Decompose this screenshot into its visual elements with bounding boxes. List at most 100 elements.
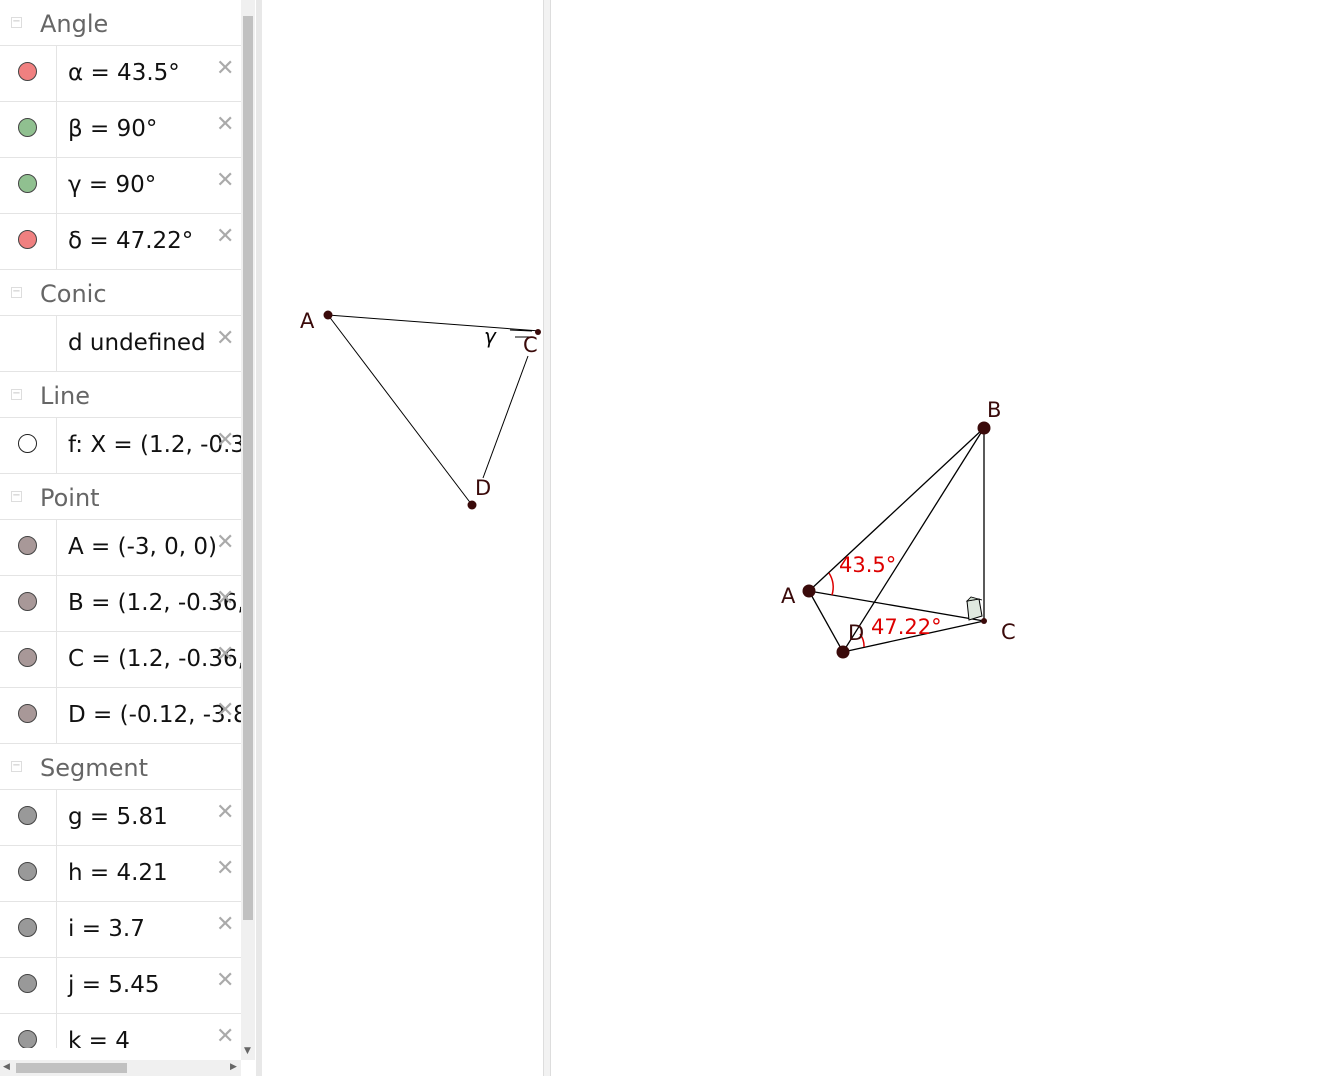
visibility-toggle-icon[interactable] <box>18 918 37 937</box>
collapse-icon[interactable]: − <box>11 491 22 502</box>
algebra-item-text[interactable]: γ = 90° <box>68 172 156 198</box>
algebra-item[interactable]: g = 5.81 ✕ <box>0 790 241 846</box>
graphics-2d-canvas[interactable]: A C D γ <box>262 0 543 1076</box>
visibility-toggle-icon[interactable] <box>18 174 37 193</box>
visibility-cell <box>0 520 57 575</box>
algebra-item[interactable]: d undefined ✕ <box>0 316 241 372</box>
horizontal-scrollbar-thumb[interactable] <box>16 1063 127 1073</box>
algebra-item[interactable]: k = 4 ✕ <box>0 1014 241 1048</box>
point-d-3d[interactable] <box>836 645 850 659</box>
visibility-cell <box>0 102 57 157</box>
graphics-3d-canvas[interactable]: B A C D 43.5° 47.22° <box>551 0 1331 1076</box>
scroll-left-arrow-icon[interactable]: ◀ <box>3 1062 10 1072</box>
delete-icon[interactable]: ✕ <box>216 224 234 249</box>
visibility-toggle-icon[interactable] <box>18 230 37 249</box>
delete-icon[interactable]: ✕ <box>216 112 234 137</box>
delete-icon[interactable]: ✕ <box>216 800 234 825</box>
visibility-toggle-icon[interactable] <box>18 1030 37 1048</box>
delete-icon[interactable]: ✕ <box>216 912 234 937</box>
group-header-point[interactable]: − Point <box>0 474 241 520</box>
algebra-item-text[interactable]: β = 90° <box>68 116 157 142</box>
algebra-item-text[interactable]: δ = 47.22° <box>68 228 193 254</box>
delete-icon[interactable]: ✕ <box>216 326 234 351</box>
collapse-icon[interactable]: − <box>11 17 22 28</box>
algebra-item[interactable]: γ = 90° ✕ <box>0 158 241 214</box>
delete-icon[interactable]: ✕ <box>216 698 234 723</box>
point-b-3d[interactable] <box>977 421 991 435</box>
visibility-toggle-icon[interactable] <box>18 434 37 453</box>
visibility-toggle-icon[interactable] <box>18 806 37 825</box>
group-header-segment[interactable]: − Segment <box>0 744 241 790</box>
visibility-cell <box>0 1014 57 1048</box>
segment-ad-3d[interactable] <box>808 590 844 653</box>
right-angle-beta-3d <box>966 598 983 621</box>
vertical-scrollbar-thumb[interactable] <box>243 16 253 920</box>
group-header-conic[interactable]: − Conic <box>0 270 241 316</box>
algebra-item[interactable]: α = 43.5° ✕ <box>0 46 241 102</box>
visibility-toggle-icon[interactable] <box>18 704 37 723</box>
algebra-item[interactable]: j = 5.45 ✕ <box>0 958 241 1014</box>
algebra-item-text[interactable]: d undefined <box>68 330 206 356</box>
visibility-toggle-icon[interactable] <box>18 974 37 993</box>
point-c-3d[interactable] <box>981 618 987 624</box>
group-title: Point <box>40 484 100 512</box>
visibility-cell <box>0 958 57 1013</box>
algebra-item[interactable]: h = 4.21 ✕ <box>0 846 241 902</box>
algebra-item-text[interactable]: k = 4 <box>68 1028 130 1048</box>
angle-label-alpha-3d: 43.5° <box>839 553 896 577</box>
delete-icon[interactable]: ✕ <box>216 428 234 453</box>
algebra-item-text[interactable]: j = 5.45 <box>68 972 160 998</box>
collapse-icon[interactable]: − <box>11 761 22 772</box>
visibility-toggle-icon[interactable] <box>18 592 37 611</box>
delete-icon[interactable]: ✕ <box>216 56 234 81</box>
algebra-item[interactable]: D = (-0.12, -3.8 ✕ <box>0 688 241 744</box>
algebra-item-text[interactable]: h = 4.21 <box>68 860 168 886</box>
panel-divider[interactable] <box>543 0 551 1076</box>
visibility-toggle-icon[interactable] <box>18 862 37 881</box>
algebra-item[interactable]: δ = 47.22° ✕ <box>0 214 241 270</box>
delete-icon[interactable]: ✕ <box>216 642 234 667</box>
graphics-view-2d[interactable]: A C D γ <box>262 0 543 1076</box>
segment-cd-2d[interactable] <box>482 355 529 479</box>
group-header-line[interactable]: − Line <box>0 372 241 418</box>
algebra-item-text[interactable]: i = 3.7 <box>68 916 145 942</box>
visibility-cell <box>0 688 57 743</box>
scroll-down-arrow-icon[interactable]: ▼ <box>244 1046 251 1056</box>
segment-ac-2d[interactable] <box>327 314 541 332</box>
point-a-3d[interactable] <box>802 584 816 598</box>
visibility-toggle-icon[interactable] <box>18 62 37 81</box>
scroll-right-arrow-icon[interactable]: ▶ <box>230 1062 237 1072</box>
visibility-toggle-icon[interactable] <box>18 536 37 555</box>
algebra-item[interactable]: f: X = (1.2, -0.3 ✕ <box>0 418 241 474</box>
visibility-cell <box>0 46 57 101</box>
group-header-angle[interactable]: − Angle <box>0 0 241 46</box>
segment-ad-2d[interactable] <box>327 314 473 506</box>
collapse-icon[interactable]: − <box>11 389 22 400</box>
delete-icon[interactable]: ✕ <box>216 168 234 193</box>
algebra-item[interactable]: C = (1.2, -0.36, ✕ <box>0 632 241 688</box>
delete-icon[interactable]: ✕ <box>216 968 234 993</box>
visibility-toggle-icon[interactable] <box>18 118 37 137</box>
graphics-view-3d[interactable]: B A C D 43.5° 47.22° <box>551 0 1331 1076</box>
delete-icon[interactable]: ✕ <box>216 856 234 881</box>
delete-icon[interactable]: ✕ <box>216 530 234 555</box>
delete-icon[interactable]: ✕ <box>216 1024 234 1048</box>
point-a-2d[interactable] <box>323 310 333 320</box>
algebra-item[interactable]: B = (1.2, -0.36, ✕ <box>0 576 241 632</box>
algebra-item-text[interactable]: g = 5.81 <box>68 804 168 830</box>
point-d-2d[interactable] <box>467 500 477 510</box>
delete-icon[interactable]: ✕ <box>216 586 234 611</box>
algebra-item[interactable]: i = 3.7 ✕ <box>0 902 241 958</box>
algebra-item[interactable]: β = 90° ✕ <box>0 102 241 158</box>
visibility-cell <box>0 158 57 213</box>
algebra-item[interactable]: A = (-3, 0, 0) ✕ <box>0 520 241 576</box>
visibility-cell <box>0 316 57 371</box>
algebra-item-text[interactable]: A = (-3, 0, 0) <box>68 534 217 560</box>
visibility-toggle-icon[interactable] <box>18 648 37 667</box>
visibility-cell <box>0 214 57 269</box>
algebra-item-text[interactable]: α = 43.5° <box>68 60 180 86</box>
group-title: Conic <box>40 280 107 308</box>
collapse-icon[interactable]: − <box>11 287 22 298</box>
visibility-cell <box>0 790 57 845</box>
algebra-view: − Angle α = 43.5° ✕ β = 90° ✕ γ = 90° ✕ δ = 47.2… <box>0 0 241 1048</box>
